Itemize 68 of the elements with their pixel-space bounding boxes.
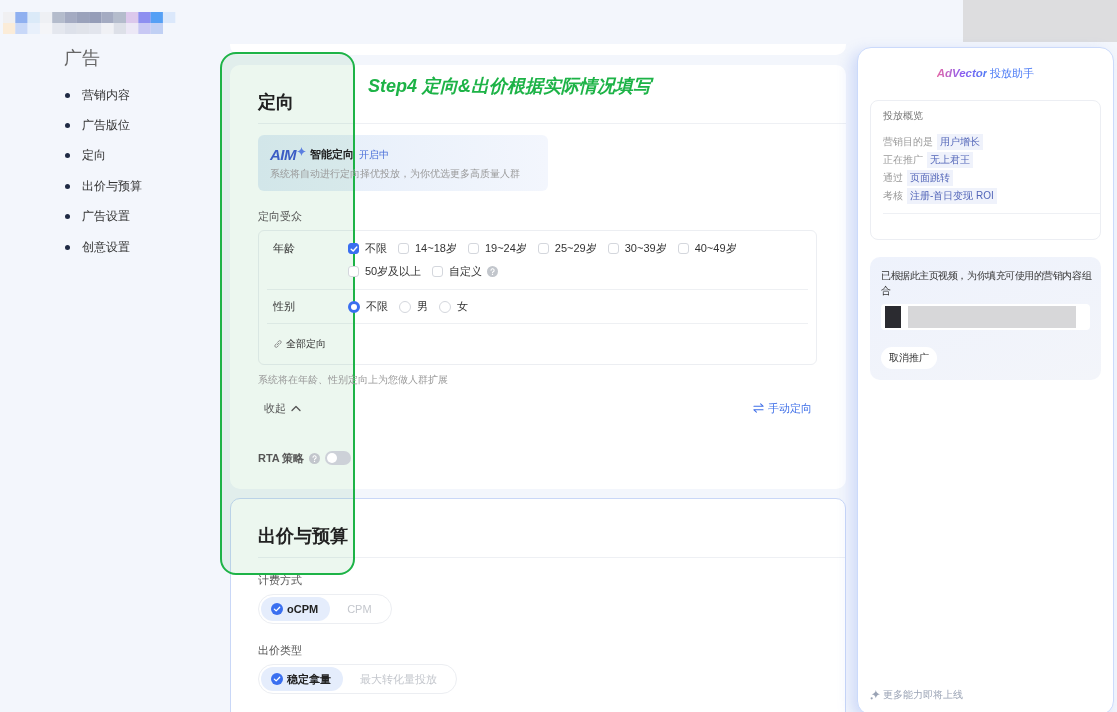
collapse-button[interactable]: 收起 <box>264 400 301 416</box>
bullet-icon <box>65 123 70 129</box>
sidebar-item[interactable]: 定向 <box>64 140 106 172</box>
rta-label: RTA 策略 <box>258 450 305 466</box>
age-option[interactable]: 30~39岁 <box>607 237 667 260</box>
overview-value: 注册-首日变现 ROI <box>907 188 997 204</box>
sidebar-item[interactable]: 广告版位 <box>64 110 130 141</box>
radio-button[interactable] <box>348 300 360 313</box>
overview-label: 营销目的是 <box>883 135 933 149</box>
overview-title: 投放概览 <box>883 109 924 123</box>
swap-icon <box>753 403 764 413</box>
toggle-switch[interactable] <box>325 451 352 465</box>
bullet-icon <box>65 244 70 250</box>
all-targeting-link[interactable]: 全部定向 <box>273 337 326 351</box>
sidebar-item[interactable]: 广告设置 <box>64 201 130 232</box>
overview-value: 无上君王 <box>927 152 973 168</box>
bullet-icon <box>65 183 70 189</box>
chevron-up-icon <box>291 404 301 412</box>
field-label: 计费方式 <box>258 573 302 587</box>
overview-label: 正在推广 <box>883 153 923 167</box>
section-title: 定向 <box>258 91 294 114</box>
gender-option[interactable]: 男 <box>399 295 428 318</box>
photo-placeholder <box>885 306 901 328</box>
cancel-button[interactable]: 取消推广 <box>881 347 937 369</box>
aim-logo: AIM <box>270 146 296 163</box>
age-option[interactable]: 14~18岁 <box>398 237 457 260</box>
suggestion-text: 已根据此主页视频，为你填充可使用的营销内容组合 <box>881 269 1093 298</box>
overview-label: 考核 <box>883 189 903 203</box>
section-title: 出价与预算 <box>258 525 348 548</box>
sidebar-item[interactable]: 出价与预算 <box>64 171 142 202</box>
segment-option[interactable]: oCPM <box>261 597 331 621</box>
row-label: 年龄 <box>273 241 296 256</box>
sidebar-item[interactable]: 创意设置 <box>64 231 130 263</box>
check-circle-icon <box>271 603 283 615</box>
bullet-icon <box>65 214 70 220</box>
segment-option[interactable]: 稳定拿量 <box>261 667 343 691</box>
age-option[interactable]: 不限 <box>348 237 387 260</box>
link-icon <box>273 339 283 349</box>
smart-targeting-name: 智能定向 <box>310 147 354 162</box>
overview-value: 页面跳转 <box>907 170 953 186</box>
status-text: 开启中 <box>359 147 389 162</box>
sparkle-icon <box>297 147 306 156</box>
gender-option[interactable]: 女 <box>439 295 468 318</box>
age-option[interactable]: 自定义 <box>432 260 499 283</box>
field-label: 定向受众 <box>258 209 302 223</box>
brand-name: AdVector <box>936 67 988 79</box>
age-option[interactable]: 25~29岁 <box>537 237 597 260</box>
overview-value: 用户增长 <box>937 134 983 150</box>
age-option[interactable]: 50岁及以上 <box>348 260 422 283</box>
age-option[interactable]: 19~24岁 <box>467 237 527 260</box>
sparkle-icon <box>870 690 880 700</box>
gender-option[interactable]: 不限 <box>348 295 388 318</box>
manual-targeting-link[interactable]: 手动定向 <box>753 400 812 416</box>
row-label: 性别 <box>273 299 296 314</box>
sidebar-item[interactable]: 营销内容 <box>64 80 130 111</box>
field-label: 出价类型 <box>258 643 302 657</box>
annotation-text: Step4 定向&出价根据实际情况填写 <box>368 75 652 98</box>
overview-label: 通过 <box>883 171 903 185</box>
bullet-icon <box>65 153 70 159</box>
sidebar-title: 广告 <box>64 47 101 70</box>
panel-title: 投放助手 <box>990 65 1035 81</box>
footer-note: 更多能力即将上线 <box>883 688 963 702</box>
help-icon[interactable] <box>309 452 321 464</box>
bullet-icon <box>65 92 70 98</box>
check-circle-icon <box>271 673 283 685</box>
checkbox[interactable] <box>348 243 359 254</box>
age-option[interactable]: 40~49岁 <box>677 237 737 260</box>
help-icon[interactable] <box>487 266 499 277</box>
